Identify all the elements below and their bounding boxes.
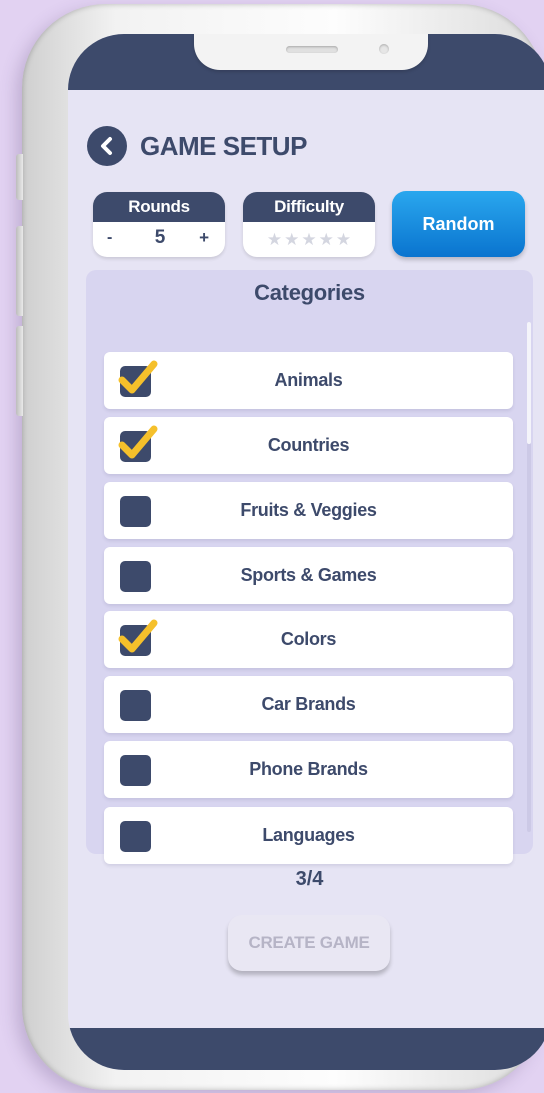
category-checkbox[interactable] xyxy=(118,425,158,462)
check-icon xyxy=(118,360,158,394)
category-label: Countries xyxy=(267,435,350,455)
check-icon xyxy=(118,425,158,459)
category-checkbox[interactable] xyxy=(120,755,151,786)
phone-side-button xyxy=(16,226,23,316)
check-icon xyxy=(118,619,158,653)
phone-side-button xyxy=(16,154,23,200)
difficulty-control: Difficulty ★ ★ ★ ★ ★ xyxy=(243,192,375,257)
selection-count: 3/4 xyxy=(295,868,324,890)
difficulty-label: Difficulty xyxy=(243,192,375,222)
category-label: Car Brands xyxy=(261,694,356,714)
categories-panel: Categories Animals Countries Fruits & Vegg… xyxy=(86,270,533,864)
rounds-stepper: - 5 + xyxy=(93,222,225,257)
category-item[interactable]: Languages xyxy=(104,807,513,864)
phone-screen: GAME SETUP Rounds - 5 + Difficulty ★ ★ ★ ★ ★… xyxy=(68,34,544,1070)
star-icon[interactable]: ★ xyxy=(319,231,334,248)
phone-frame: GAME SETUP Rounds - 5 + Difficulty ★ ★ ★ ★ ★… xyxy=(16,4,544,1090)
category-checkbox[interactable] xyxy=(120,821,151,852)
star-icon[interactable]: ★ xyxy=(336,231,351,248)
difficulty-stars: ★ ★ ★ ★ ★ xyxy=(243,222,375,257)
category-item[interactable]: Phone Brands xyxy=(104,741,513,798)
back-button[interactable] xyxy=(87,126,127,166)
page-title: GAME SETUP xyxy=(140,131,307,161)
category-checkbox[interactable] xyxy=(120,690,151,721)
category-checkbox[interactable] xyxy=(120,561,151,592)
category-label: Phone Brands xyxy=(249,759,368,779)
rounds-control: Rounds - 5 + xyxy=(93,192,225,257)
category-item[interactable]: Car Brands xyxy=(104,676,513,733)
category-item[interactable]: Animals xyxy=(104,352,513,409)
category-checkbox[interactable] xyxy=(120,496,151,527)
category-label: Sports & Games xyxy=(240,565,377,585)
rounds-label: Rounds xyxy=(93,192,225,222)
category-label: Colors xyxy=(280,629,337,649)
create-game-button[interactable]: CREATE GAME xyxy=(228,915,390,971)
categories-title: Categories xyxy=(254,280,365,305)
category-item[interactable]: Fruits & Veggies xyxy=(104,482,513,539)
rounds-decrement-button[interactable]: - xyxy=(107,229,112,247)
category-checkbox[interactable] xyxy=(118,619,158,656)
random-button[interactable]: Random xyxy=(392,191,525,257)
category-item[interactable]: Sports & Games xyxy=(104,547,513,604)
phone-side-button xyxy=(16,326,23,416)
speaker-grille xyxy=(286,46,338,53)
rounds-increment-button[interactable]: + xyxy=(199,228,209,248)
phone-notch xyxy=(194,34,428,70)
category-label: Fruits & Veggies xyxy=(240,500,377,520)
category-checkbox[interactable] xyxy=(118,360,158,397)
category-label: Animals xyxy=(274,370,343,390)
scrollbar-thumb[interactable] xyxy=(527,322,531,444)
rounds-value: 5 xyxy=(154,227,166,248)
star-icon[interactable]: ★ xyxy=(301,231,316,248)
chevron-left-icon xyxy=(101,137,112,155)
star-icon[interactable]: ★ xyxy=(284,231,299,248)
front-camera xyxy=(379,44,389,54)
category-item[interactable]: Countries xyxy=(104,417,513,474)
categories-scrollbar[interactable] xyxy=(527,322,531,832)
category-label: Languages xyxy=(262,825,355,845)
bottom-bar xyxy=(68,1028,544,1070)
category-item[interactable]: Colors xyxy=(104,611,513,668)
star-icon[interactable]: ★ xyxy=(267,231,282,248)
